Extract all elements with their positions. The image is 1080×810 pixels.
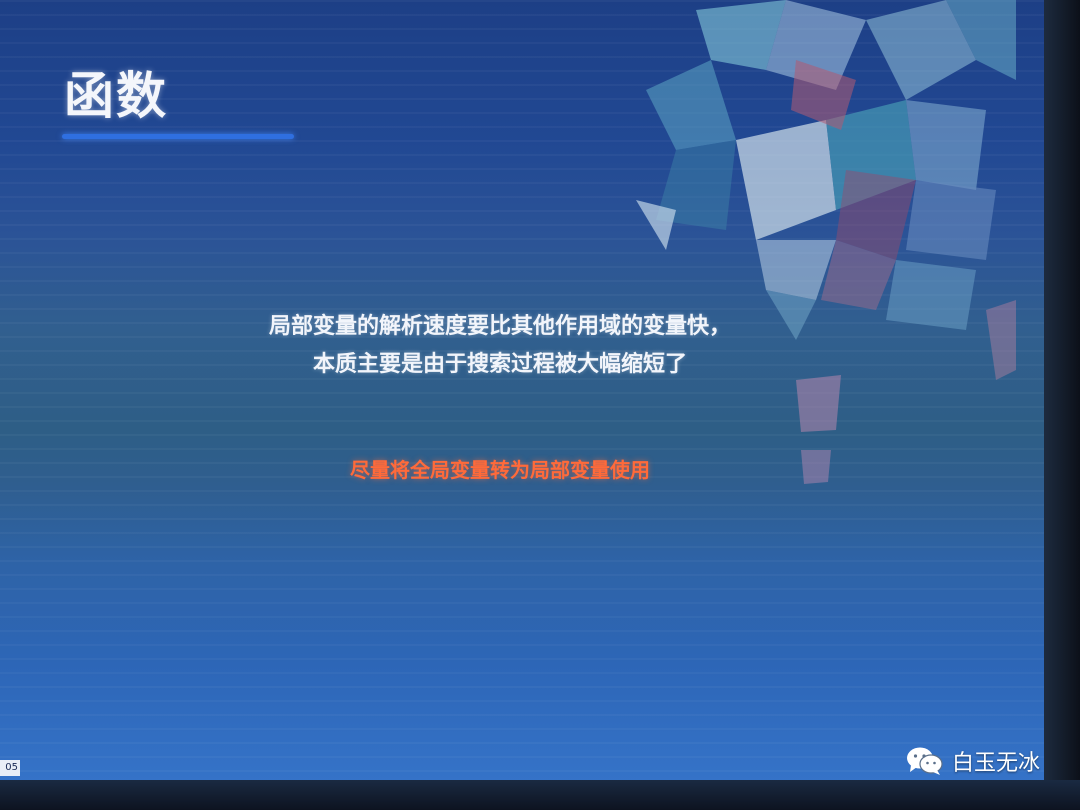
watermark-text: 白玉无冰 [951, 751, 1040, 776]
title-underline [62, 134, 294, 139]
highlight-text: 尽量将全局变量转为局部变量使用 [350, 458, 650, 482]
screen-frame-right [1044, 0, 1080, 810]
wechat-icon [906, 746, 944, 776]
body-line-2: 本质主要是由于搜索过程被大幅缩短了 [312, 352, 687, 377]
photo: 函数 局部变量的解析速度要比其他作用域的变量快， 本质主要是由于搜索过程被大幅缩… [0, 0, 1080, 810]
body-line-1: 局部变量的解析速度要比其他作用域的变量快， [268, 314, 731, 339]
slide-title: 函数 [64, 67, 168, 125]
screen-frame-bottom [0, 780, 1080, 810]
projected-slide: 函数 局部变量的解析速度要比其他作用域的变量快， 本质主要是由于搜索过程被大幅缩… [0, 0, 1048, 782]
decorative-shards [636, 0, 1016, 484]
corner-badge: 05 [0, 760, 20, 776]
watermark: 白玉无冰 [906, 744, 1040, 778]
